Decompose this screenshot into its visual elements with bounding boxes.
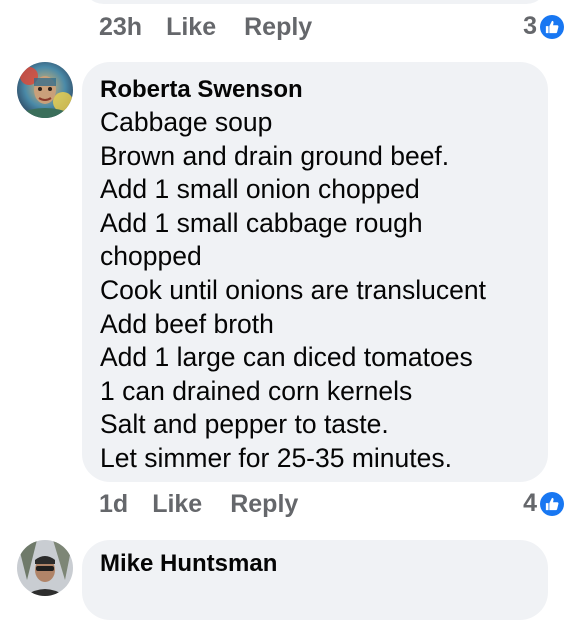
avatar[interactable]	[17, 540, 73, 596]
comment-actions: 1d Like Reply	[99, 487, 326, 521]
comment-bubble: Roberta Swenson Cabbage soup Brown and d…	[82, 62, 548, 482]
like-thumb-icon	[540, 14, 564, 39]
comment-line: Salt and pepper to taste.	[100, 409, 389, 440]
previous-comment-actions: 23h Like Reply	[99, 10, 340, 44]
like-button[interactable]: Like	[166, 13, 216, 42]
comment-line: Let simmer for 25-35 minutes.	[100, 442, 452, 473]
comment-line: chopped	[100, 241, 202, 272]
comment-body: Cabbage soup Brown and drain ground beef…	[100, 106, 540, 476]
next-comment-bubble: Mike Huntsman	[82, 540, 548, 620]
comment-line: Add 1 large can diced tomatoes	[100, 342, 473, 373]
comment-line: Cook until onions are translucent	[100, 274, 486, 305]
comment-line: 1 can drained corn kernels	[100, 375, 413, 406]
comment-timestamp[interactable]: 23h	[99, 13, 142, 42]
reply-button[interactable]: Reply	[230, 490, 298, 519]
reaction-summary[interactable]: 4	[523, 489, 564, 518]
reaction-count: 3	[523, 12, 537, 40]
comment-author[interactable]: Roberta Swenson	[100, 76, 303, 104]
comment-line: Add beef broth	[100, 308, 274, 339]
comment-line: Cabbage soup	[100, 107, 273, 137]
comment-author[interactable]: Mike Huntsman	[100, 550, 277, 578]
like-button[interactable]: Like	[152, 490, 202, 519]
avatar[interactable]	[17, 62, 73, 118]
reply-button[interactable]: Reply	[244, 13, 312, 42]
previous-comment-bubble	[82, 0, 548, 4]
like-thumb-icon	[540, 491, 564, 516]
reaction-count: 4	[523, 489, 537, 517]
comment-line: Add 1 small onion chopped	[100, 174, 420, 205]
reaction-summary[interactable]: 3	[523, 12, 564, 41]
comment-timestamp[interactable]: 1d	[99, 490, 128, 519]
comment-line: Brown and drain ground beef.	[100, 140, 450, 171]
comment-line: Add 1 small cabbage rough	[100, 207, 423, 238]
